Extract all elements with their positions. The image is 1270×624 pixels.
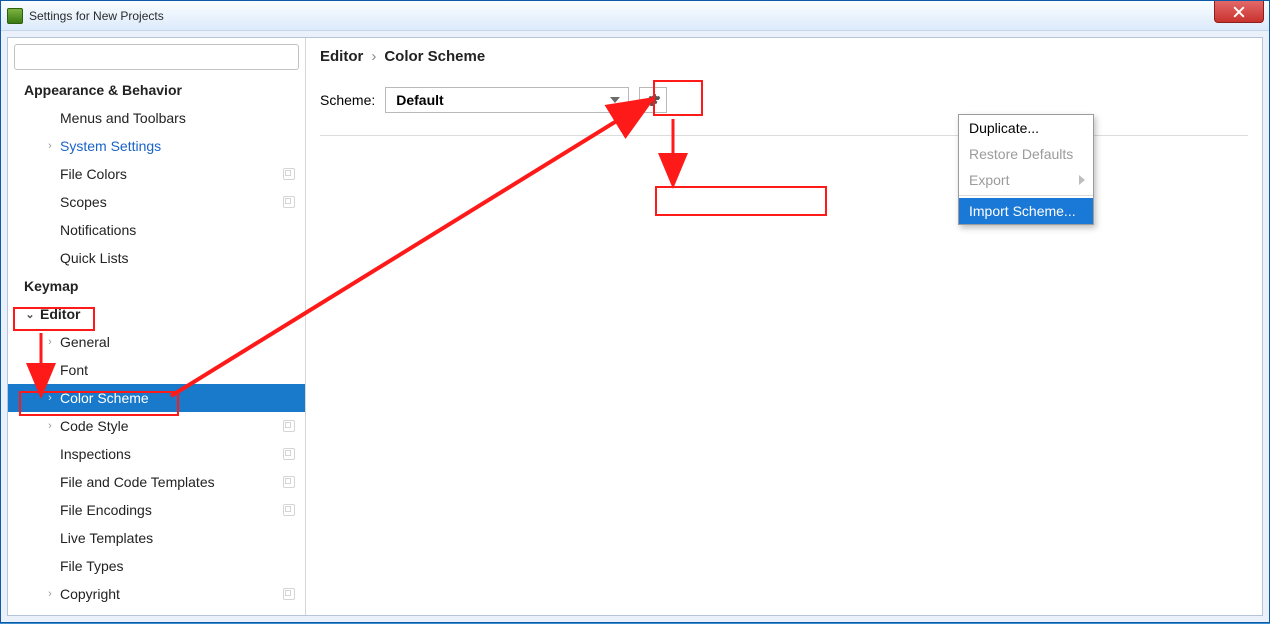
sidebar-item-general[interactable]: › General [8, 328, 305, 356]
breadcrumb-color-scheme: Color Scheme [384, 48, 485, 65]
sidebar-item-label: Editor [40, 306, 80, 322]
sidebar-item-quick-lists[interactable]: Quick Lists [8, 244, 305, 272]
sidebar-item-appearance-behavior[interactable]: Appearance & Behavior [8, 76, 305, 104]
menu-item-label: Export [969, 172, 1009, 188]
sidebar-item-label: General [60, 334, 110, 350]
project-config-icon [283, 168, 295, 180]
project-config-icon [283, 196, 295, 208]
sidebar-item-file-types[interactable]: File Types [8, 552, 305, 580]
sidebar-item-label: Notifications [60, 222, 136, 238]
breadcrumb-editor[interactable]: Editor [320, 48, 363, 65]
sidebar-item-label: Appearance & Behavior [24, 82, 182, 98]
scheme-row: Scheme: Default [320, 87, 1248, 113]
sidebar-item-label: Color Scheme [60, 390, 149, 406]
sidebar-item-file-encodings[interactable]: File Encodings [8, 496, 305, 524]
project-config-icon [283, 588, 295, 600]
scheme-value: Default [396, 92, 443, 108]
sidebar-item-scopes[interactable]: Scopes [8, 188, 305, 216]
sidebar-item-keymap[interactable]: Keymap [8, 272, 305, 300]
breadcrumb: Editor › Color Scheme [320, 48, 1248, 65]
breadcrumb-separator: › [371, 48, 376, 65]
project-config-icon [283, 476, 295, 488]
sidebar-item-label: Quick Lists [60, 250, 128, 266]
sidebar-item-label: Live Templates [60, 530, 153, 546]
divider [320, 135, 1248, 136]
scheme-label: Scheme: [320, 92, 375, 108]
sidebar-item-label: File Encodings [60, 502, 152, 518]
sidebar-item-file-code-templates[interactable]: File and Code Templates [8, 468, 305, 496]
body: Appearance & Behavior Menus and Toolbars… [7, 37, 1263, 616]
project-config-icon [283, 420, 295, 432]
sidebar-item-label: Scopes [60, 194, 107, 210]
scheme-dropdown[interactable]: Default [385, 87, 629, 113]
sidebar-item-menus-toolbars[interactable]: Menus and Toolbars [8, 104, 305, 132]
app-icon [7, 8, 23, 24]
sidebar-item-label: File Types [60, 558, 124, 574]
sidebar-item-code-style[interactable]: › Code Style [8, 412, 305, 440]
sidebar-item-inspections[interactable]: Inspections [8, 440, 305, 468]
search-row [8, 38, 305, 76]
menu-item-label: Import Scheme... [969, 203, 1076, 219]
menu-item-label: Restore Defaults [969, 146, 1073, 162]
search-input[interactable] [14, 44, 299, 70]
sidebar-item-label: Keymap [24, 278, 78, 294]
sidebar-item-label: Code Style [60, 418, 128, 434]
window-title: Settings for New Projects [29, 9, 164, 23]
gear-icon [645, 92, 661, 108]
menu-item-restore-defaults: Restore Defaults [959, 141, 1093, 167]
menu-item-duplicate[interactable]: Duplicate... [959, 115, 1093, 141]
menu-item-import-scheme[interactable]: Import Scheme... [959, 198, 1093, 224]
scheme-actions-gear-button[interactable] [639, 87, 667, 113]
chevron-right-icon: › [44, 420, 56, 432]
menu-separator [959, 195, 1093, 196]
menu-item-export: Export [959, 167, 1093, 193]
sidebar-item-file-colors[interactable]: File Colors [8, 160, 305, 188]
sidebar-item-color-scheme[interactable]: › Color Scheme [8, 384, 305, 412]
sidebar-item-font[interactable]: Font [8, 356, 305, 384]
sidebar-item-copyright[interactable]: › Copyright [8, 580, 305, 608]
sidebar: Appearance & Behavior Menus and Toolbars… [8, 38, 306, 615]
window-buttons [1214, 1, 1269, 30]
sidebar-item-label: Menus and Toolbars [60, 110, 186, 126]
sidebar-item-system-settings[interactable]: › System Settings [8, 132, 305, 160]
menu-item-label: Duplicate... [969, 120, 1039, 136]
settings-window: Settings for New Projects Appearance & B… [0, 0, 1270, 623]
sidebar-item-label: Font [60, 362, 88, 378]
sidebar-item-notifications[interactable]: Notifications [8, 216, 305, 244]
sidebar-item-live-templates[interactable]: Live Templates [8, 524, 305, 552]
project-config-icon [283, 448, 295, 460]
chevron-down-icon: ⌄ [24, 308, 36, 321]
window-close-button[interactable] [1214, 1, 1264, 23]
chevron-right-icon: › [44, 336, 56, 348]
settings-tree: Appearance & Behavior Menus and Toolbars… [8, 76, 305, 615]
submenu-arrow-icon [1079, 175, 1085, 185]
chevron-right-icon: › [44, 588, 56, 600]
main-panel: Editor › Color Scheme Scheme: Default Du… [306, 38, 1262, 615]
sidebar-item-label: File and Code Templates [60, 474, 215, 490]
sidebar-item-label: System Settings [60, 138, 161, 154]
search-wrap [14, 44, 299, 70]
chevron-right-icon: › [44, 140, 56, 152]
sidebar-item-label: Inspections [60, 446, 131, 462]
close-icon [1233, 6, 1245, 18]
chevron-right-icon: › [44, 392, 56, 404]
project-config-icon [283, 504, 295, 516]
titlebar: Settings for New Projects [1, 1, 1269, 31]
scheme-actions-menu: Duplicate... Restore Defaults Export Imp… [958, 114, 1094, 225]
sidebar-item-editor[interactable]: ⌄ Editor [8, 300, 305, 328]
sidebar-item-label: File Colors [60, 166, 127, 182]
sidebar-item-label: Copyright [60, 586, 120, 602]
